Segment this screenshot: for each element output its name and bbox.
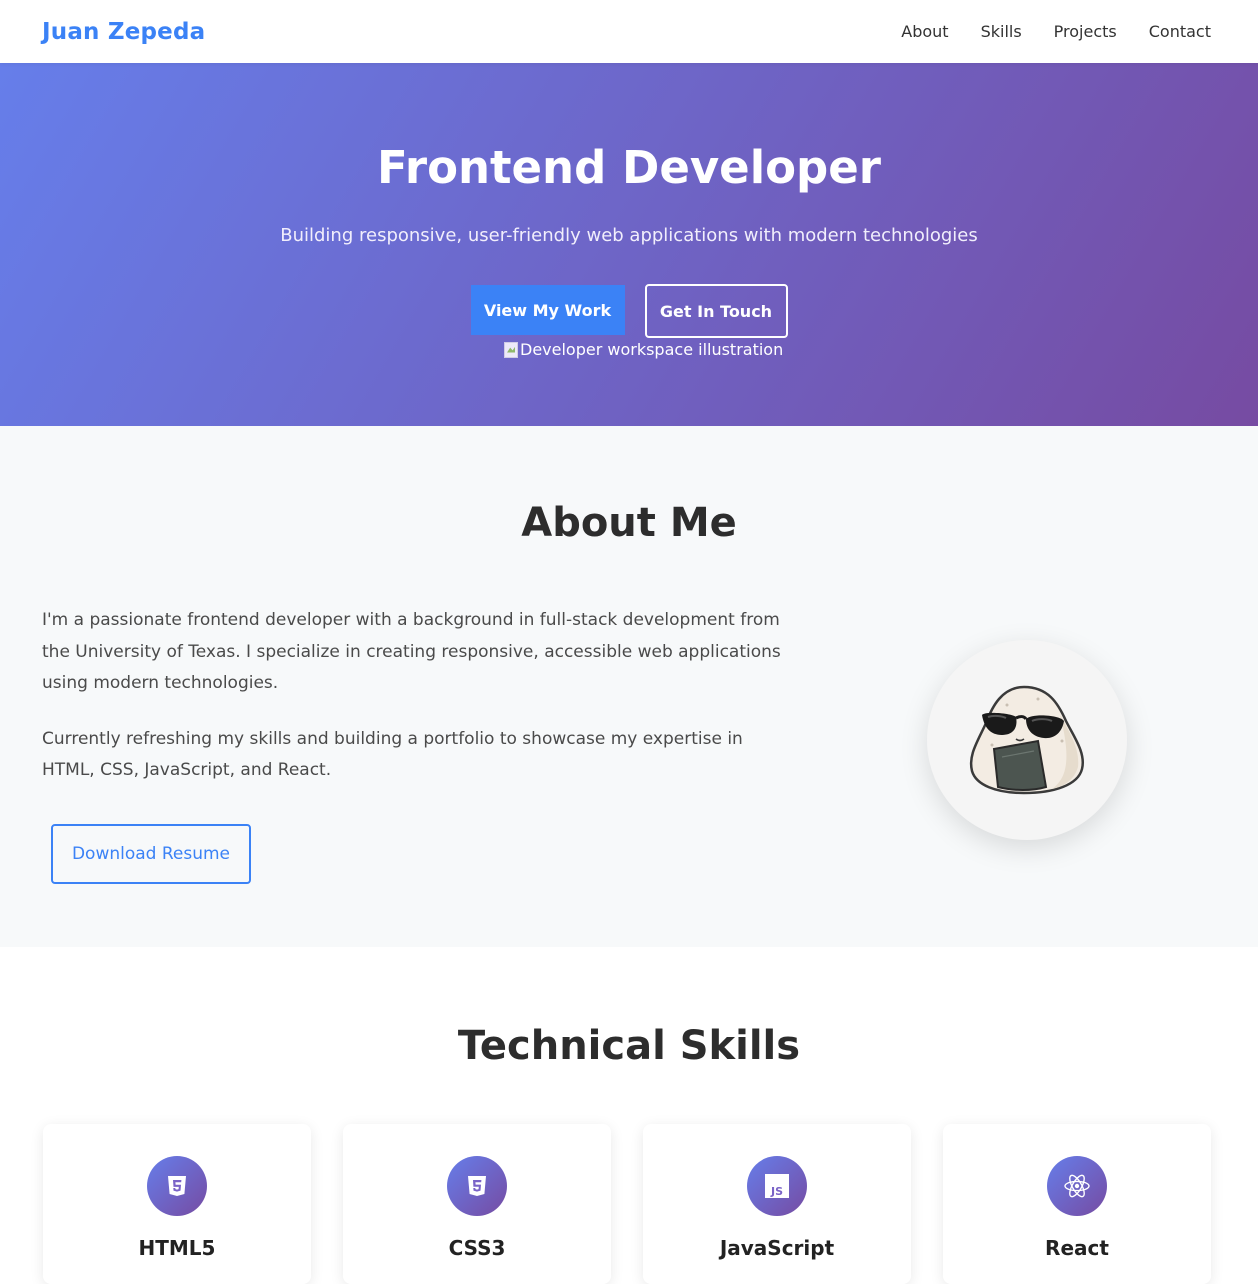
skill-name: JavaScript [719,1236,835,1260]
about-section: About Me I'm a passionate frontend devel… [0,426,1258,947]
css3-icon [447,1156,507,1216]
onigiri-sunglasses-avatar-icon [969,685,1085,795]
html5-icon [147,1156,207,1216]
skill-card-react: React [943,1124,1211,1284]
brand-logo[interactable]: Juan Zepeda [42,19,205,45]
hero-title: Frontend Developer [377,141,881,194]
skills-section: Technical Skills HTML5 CSS3 JS JavaScrip… [0,947,1258,1284]
react-icon [1047,1156,1107,1216]
navbar: Juan Zepeda About Skills Projects Contac… [0,0,1258,63]
hero-section: Frontend Developer Building responsive, … [0,63,1258,426]
javascript-icon: JS [747,1156,807,1216]
skill-name: CSS3 [448,1236,506,1260]
about-paragraph: I'm a passionate frontend developer with… [42,610,781,693]
skill-name: React [1045,1236,1109,1260]
about-paragraph: Currently refreshing my skills and build… [42,728,743,781]
skill-card-css3: CSS3 [343,1124,611,1284]
hero-image-alt-text: Developer workspace illustration [520,340,784,359]
skill-card-html5: HTML5 [43,1124,311,1284]
hero-subtitle: Building responsive, user-friendly web a… [280,225,978,246]
nav-links: About Skills Projects Contact [901,22,1211,41]
nav-link-about[interactable]: About [901,22,948,41]
nav-link-contact[interactable]: Contact [1149,22,1211,41]
nav-link-skills[interactable]: Skills [981,22,1022,41]
broken-image-icon [504,341,518,358]
about-text: I'm a passionate frontend developer with… [42,605,792,811]
svg-text:JS: JS [770,1185,783,1198]
skills-title: Technical Skills [457,1023,801,1069]
get-in-touch-button[interactable]: Get In Touch [644,284,788,338]
skill-name: HTML5 [138,1236,216,1260]
nav-link-projects[interactable]: Projects [1054,22,1117,41]
hero-buttons: View My Work Get In Touch [0,284,1258,338]
avatar [927,640,1127,840]
skill-card-javascript: JS JavaScript [643,1124,911,1284]
hero-image: Developer workspace illustration [504,340,783,359]
about-title: About Me [521,500,737,546]
view-my-work-button[interactable]: View My Work [470,285,625,335]
skill-cards: HTML5 CSS3 JS JavaScript React [43,1124,1211,1284]
download-resume-button[interactable]: Download Resume [51,824,251,884]
